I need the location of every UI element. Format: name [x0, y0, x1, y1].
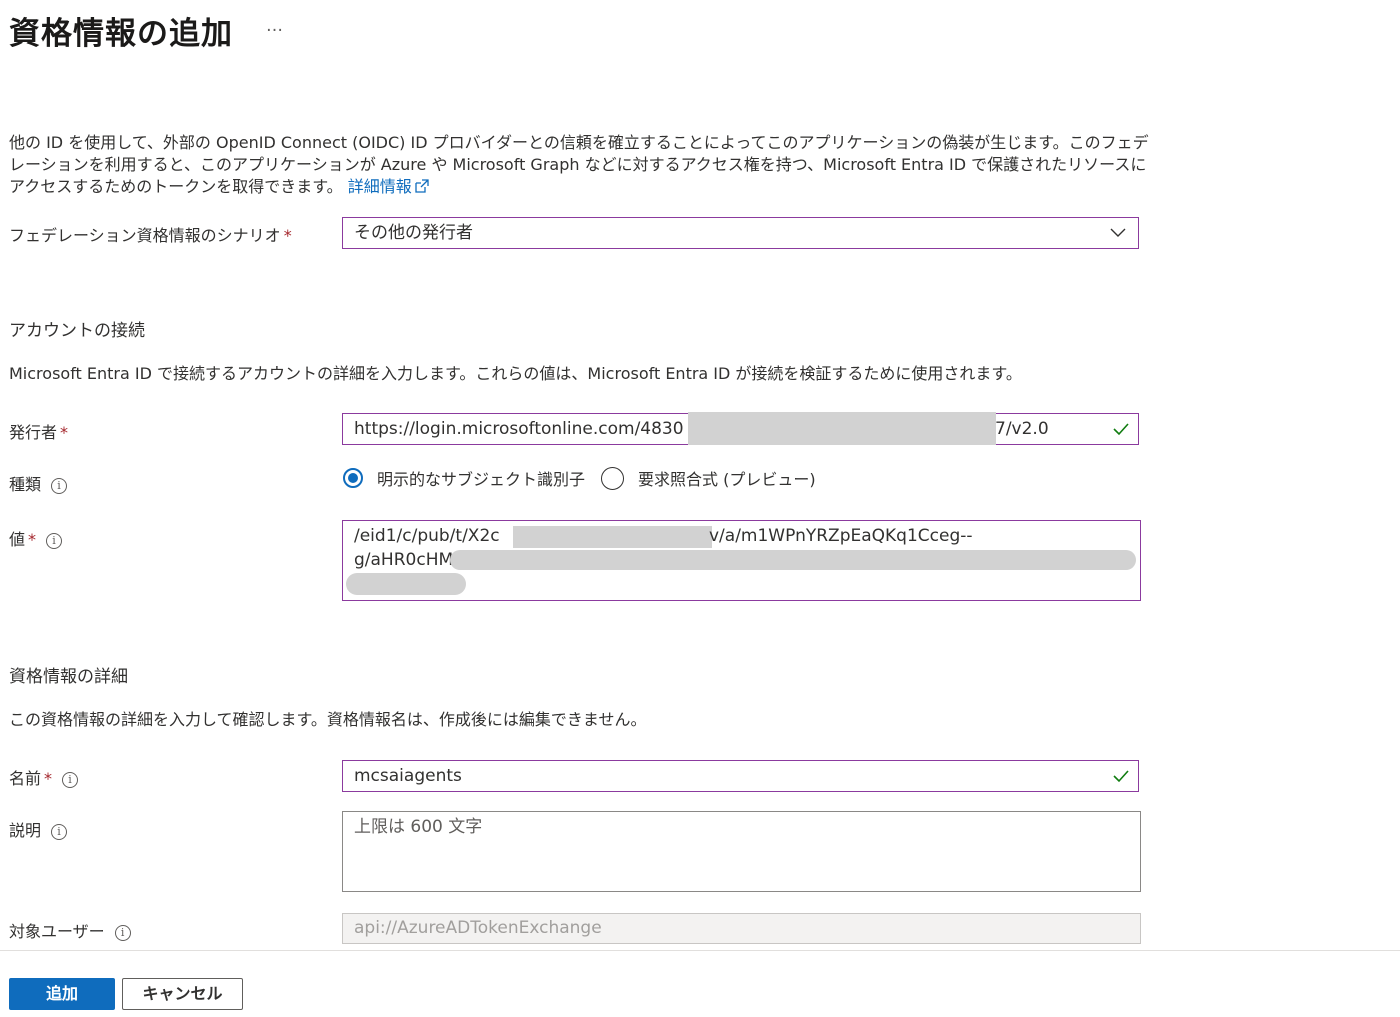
radio-explicit-subject[interactable] — [343, 468, 363, 488]
value-textarea[interactable]: /eid1/c/pub/t/X2c v/a/m1WPnYRZpEaQKq1Cce… — [342, 520, 1141, 601]
footer-divider — [0, 950, 1400, 951]
scenario-label: フェデレーション資格情報のシナリオ * — [9, 226, 292, 245]
name-label: 名前 * i — [9, 765, 79, 789]
name-value: mcsaiagents — [354, 766, 462, 786]
cancel-button[interactable]: キャンセル — [122, 978, 243, 1010]
intro-text: 他の ID を使用して、外部の OpenID Connect (OIDC) ID… — [9, 133, 1149, 196]
info-icon[interactable]: i — [51, 824, 68, 840]
value-label: 値 * i — [9, 526, 63, 550]
account-section-heading: アカウントの接続 — [9, 321, 145, 341]
account-section-description: Microsoft Entra ID で接続するアカウントの詳細を入力します。こ… — [9, 364, 1022, 383]
checkmark-icon — [1113, 770, 1129, 783]
issuer-input[interactable]: https://login.microsoftonline.com/4830 7… — [342, 412, 1139, 445]
required-marker: * — [28, 530, 37, 549]
audience-input: api://AzureADTokenExchange — [342, 913, 1141, 944]
add-button[interactable]: 追加 — [9, 978, 115, 1010]
issuer-value-prefix: https://login.microsoftonline.com/4830 — [354, 419, 684, 439]
scenario-selected-value: その他の発行者 — [354, 223, 473, 243]
required-marker: * — [283, 226, 292, 245]
redaction-block — [688, 412, 996, 445]
type-radio-group: 明示的なサブジェクト識別子 要求照合式 (プレビュー) — [343, 466, 816, 490]
info-icon[interactable]: i — [114, 925, 131, 941]
info-icon[interactable]: i — [62, 772, 79, 788]
description-label: 説明 i — [9, 817, 68, 841]
issuer-label: 発行者 * — [9, 423, 69, 442]
redaction-block — [346, 573, 466, 595]
issuer-value-suffix: 7/v2.0 — [995, 419, 1049, 439]
value-line1-suffix: v/a/m1WPnYRZpEaQKq1Cceg-- — [709, 526, 973, 546]
redaction-block — [450, 550, 1136, 570]
radio-explicit-subject-label: 明示的なサブジェクト識別子 — [377, 470, 586, 489]
more-options-button[interactable]: … — [266, 16, 284, 36]
description-textarea[interactable]: 上限は 600 文字 — [342, 811, 1141, 892]
checkmark-icon — [1113, 423, 1129, 436]
scenario-dropdown[interactable]: その他の発行者 — [342, 217, 1139, 249]
info-icon[interactable]: i — [46, 533, 63, 549]
redaction-block — [513, 526, 712, 548]
value-line2-prefix: g/aHR0cHM — [354, 550, 454, 570]
chevron-down-icon — [1110, 228, 1126, 237]
intro-description: 他の ID を使用して、外部の OpenID Connect (OIDC) ID… — [9, 132, 1149, 198]
value-line1-prefix: /eid1/c/pub/t/X2c — [354, 526, 500, 546]
page-title: 資格情報の追加 — [9, 16, 233, 52]
name-input[interactable]: mcsaiagents — [342, 760, 1139, 792]
details-section-heading: 資格情報の詳細 — [9, 667, 128, 687]
description-placeholder: 上限は 600 文字 — [354, 817, 483, 837]
type-label: 種類 i — [9, 471, 68, 495]
info-icon[interactable]: i — [51, 478, 68, 494]
audience-label: 対象ユーザー i — [9, 918, 131, 942]
details-section-description: この資格情報の詳細を入力して確認します。資格情報名は、作成後には編集できません。 — [9, 710, 647, 729]
required-marker: * — [44, 769, 53, 788]
learn-more-link[interactable]: 詳細情報 — [348, 177, 430, 196]
radio-claims-matching[interactable] — [601, 466, 625, 490]
external-link-icon — [415, 179, 429, 193]
required-marker: * — [60, 423, 69, 442]
radio-claims-matching-label: 要求照合式 (プレビュー) — [638, 470, 816, 489]
